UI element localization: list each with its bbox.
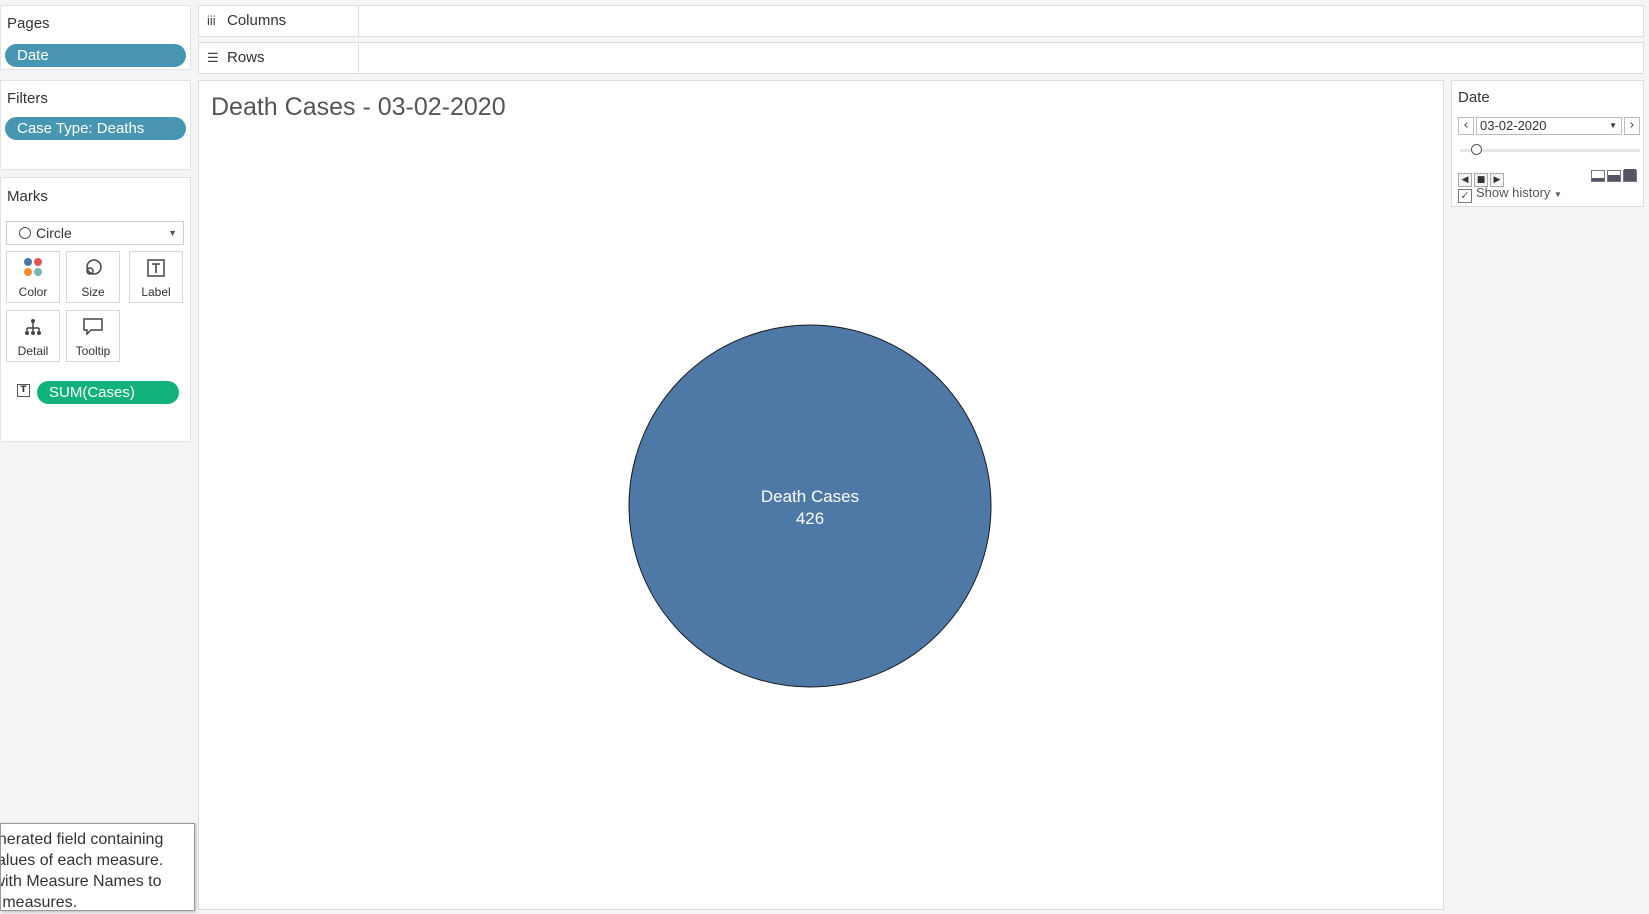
detail-label: Detail [17,344,49,358]
filter-case-type-pill[interactable]: Case Type: Deaths [5,117,186,140]
color-button[interactable]: Color [6,251,60,303]
pages-title: Pages [7,15,50,32]
pages-date-pill[interactable]: Date [5,44,186,67]
columns-shelf[interactable]: iii Columns [198,5,1644,37]
speed-fast-button[interactable] [1623,169,1637,182]
field-tooltip: enerated field containing values of each … [0,823,195,911]
chevron-down-icon: ▼ [1554,190,1562,199]
speed-controls [1589,167,1637,182]
detail-button[interactable]: Detail [6,310,60,362]
circle-mark[interactable] [628,324,992,688]
tooltip-line: values of each measure. [0,852,164,869]
tooltip-button[interactable]: Tooltip [66,310,120,362]
tooltip-line: enerated field containing [0,831,164,848]
mark-label-name: Death Cases [761,487,859,506]
chart-svg: Death Cases 426 [628,324,992,688]
pages-card: Pages Date [0,5,191,70]
mark-label-value: 426 [796,509,824,528]
date-select[interactable]: 03-02-2020 ▼ [1476,117,1622,135]
color-label: Color [18,285,48,299]
label-button[interactable]: Label [129,251,183,303]
show-history-checkbox[interactable]: ✓ [1458,189,1472,203]
tooltip-line: with Measure Names to [0,873,162,890]
rows-shelf[interactable]: ☰ Rows [198,42,1644,74]
date-select-value: 03-02-2020 [1480,118,1547,133]
rows-icon: ☰ [207,50,219,65]
filters-card: Filters Case Type: Deaths [0,80,191,170]
speed-medium-button[interactable] [1607,170,1621,182]
detail-icon [7,317,59,343]
size-icon [67,258,119,284]
filters-title: Filters [7,90,48,107]
columns-icon: iii [207,13,216,28]
marks-title: Marks [7,188,48,205]
page-slider-thumb[interactable] [1471,144,1482,155]
columns-label: Columns [227,12,287,29]
page-control-title: Date [1458,89,1490,106]
chevron-down-icon: ▼ [1609,121,1617,130]
viz-canvas: Death Cases - 03-02-2020 Death Cases 426 [198,80,1444,910]
color-icon [7,258,59,284]
rows-shelf-label: ☰ Rows [199,43,359,73]
playback-controls: ◀ ■ ▶ [1458,167,1506,187]
tooltip-line: d measures. [2,894,78,911]
circle-icon [19,227,31,239]
size-label: Size [81,285,105,299]
mark-type-label: Circle [36,225,72,241]
show-history-label: Show history [1476,185,1551,200]
mark-type-dropdown[interactable]: Circle ▼ [6,221,184,245]
label-icon [130,258,182,284]
rows-label: Rows [227,49,265,66]
show-history-toggle[interactable]: ✓ Show history ▼ [1458,185,1562,203]
chevron-down-icon: ▼ [168,228,177,238]
tooltip-text: enerated field containing values of each … [0,829,194,911]
size-button[interactable]: Size [66,251,120,303]
label-label: Label [141,285,171,299]
tooltip-label: Tooltip [75,344,111,358]
speed-slow-button[interactable] [1591,170,1605,182]
page-slider-track[interactable] [1460,149,1640,152]
page-control: Date ‹ 03-02-2020 ▼ › ◀ ■ ▶ ✓ Show history … [1451,80,1644,207]
sum-cases-pill[interactable]: SUM(Cases) [37,381,179,404]
previous-page-button[interactable]: ‹ [1458,117,1474,135]
label-field-icon: T [17,384,30,397]
tooltip-icon [67,317,119,343]
next-page-button[interactable]: › [1624,117,1640,135]
columns-shelf-label: iii Columns [199,6,359,36]
